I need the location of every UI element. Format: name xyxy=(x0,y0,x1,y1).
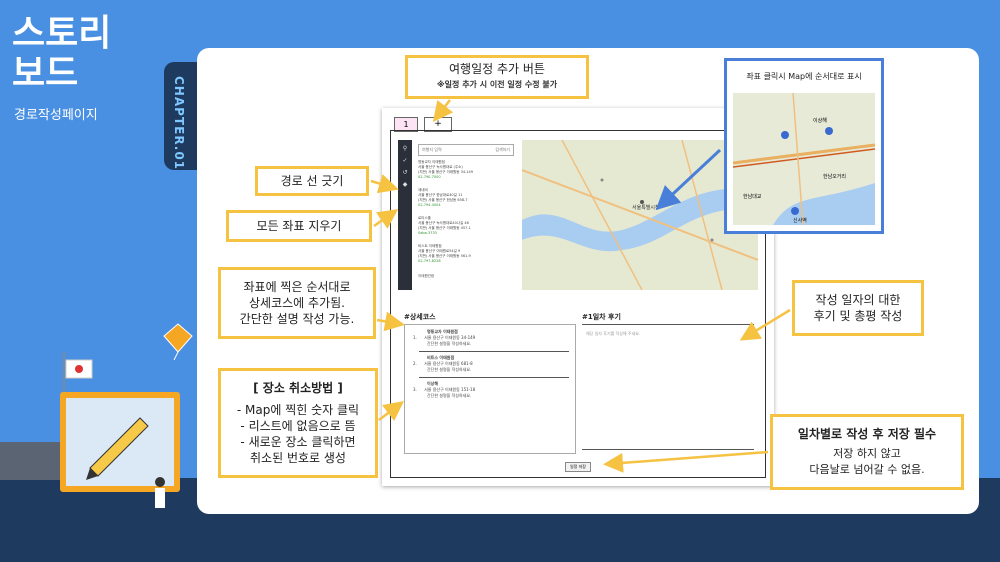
arrow xyxy=(376,311,405,332)
arrow xyxy=(655,148,722,211)
arrow xyxy=(370,174,399,194)
arrow xyxy=(739,308,791,341)
arrow xyxy=(373,209,399,229)
arrow-layer xyxy=(370,99,791,473)
arrow xyxy=(432,99,454,122)
arrow xyxy=(378,400,404,422)
arrow xyxy=(603,450,769,473)
